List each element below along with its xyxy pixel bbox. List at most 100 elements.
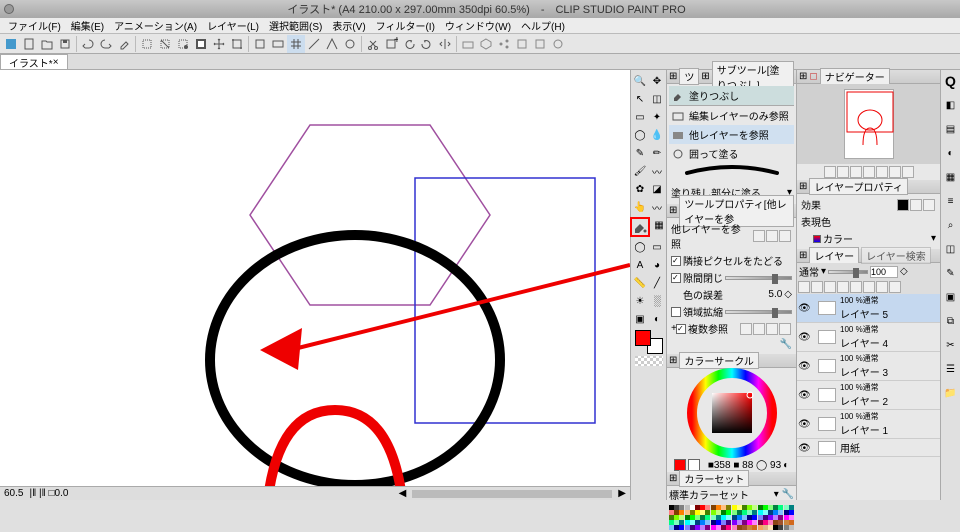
liquify-tool-icon[interactable]: 〰	[649, 199, 665, 215]
layer-color-icon[interactable]	[889, 281, 901, 293]
3d-icon[interactable]	[477, 35, 495, 53]
undo-icon[interactable]	[79, 35, 97, 53]
menu-layer[interactable]: レイヤー(L)	[203, 18, 263, 33]
color-set-name[interactable]: 標準カラーセット	[669, 487, 749, 502]
nav-zoom-in-icon[interactable]	[837, 166, 849, 178]
transparent-swatch[interactable]	[635, 356, 663, 366]
rotate-left-icon[interactable]	[400, 35, 418, 53]
color-set-menu-icon[interactable]: ▾ 🔧	[774, 489, 794, 500]
nav-zoom-out-icon[interactable]	[824, 166, 836, 178]
saturation-tool-icon[interactable]: ░	[649, 293, 665, 309]
pencil-tool-icon[interactable]: ✏	[649, 145, 665, 161]
fg-color-swatch[interactable]	[635, 330, 651, 346]
check-area-scaling[interactable]	[671, 307, 681, 317]
refer-icon-3[interactable]	[779, 230, 791, 242]
qa-icon-7[interactable]: ◫	[943, 241, 959, 257]
transform-icon[interactable]	[228, 35, 246, 53]
h-scrollbar[interactable]	[412, 490, 612, 498]
subtool-short-tab[interactable]: ツ	[679, 68, 699, 85]
layer-lock-icon[interactable]	[811, 281, 823, 293]
layer-lock-alpha-icon[interactable]	[798, 281, 810, 293]
balloon-tool-icon[interactable]: ◕	[649, 257, 665, 273]
menu-filter[interactable]: フィルター(I)	[372, 18, 439, 33]
frame-tool-icon[interactable]: ▭	[649, 239, 665, 255]
nav-fit-icon[interactable]	[850, 166, 862, 178]
qa-icon-13[interactable]: 📁	[943, 385, 959, 401]
eraser-tool-icon[interactable]: ◪	[649, 181, 665, 197]
subtool-refer-other-layers[interactable]: 他レイヤーを参照	[669, 125, 794, 144]
search-icon[interactable]: Q	[943, 73, 959, 89]
brush-tool-icon[interactable]: 🖌	[632, 163, 648, 179]
menu-view[interactable]: 表示(V)	[328, 18, 369, 33]
fill-tool-icon[interactable]	[630, 217, 650, 237]
deselect-icon[interactable]	[156, 35, 174, 53]
ruler-tool-icon[interactable]: 📏	[632, 275, 648, 291]
more-icon[interactable]	[513, 35, 531, 53]
color-palette[interactable]	[667, 503, 796, 532]
layer-row[interactable]: 👁100 %通常レイヤー 2	[797, 381, 940, 410]
effect-tool-icon[interactable]: ☀	[632, 293, 648, 309]
layer-ref-icon[interactable]	[837, 281, 849, 293]
effect-3-icon[interactable]	[923, 199, 935, 211]
gap-slider[interactable]	[725, 276, 792, 280]
sync-icon[interactable]	[549, 35, 567, 53]
snap-grid-icon[interactable]	[287, 35, 305, 53]
qa-icon-8[interactable]: ✎	[943, 265, 959, 281]
snap-persp-icon[interactable]	[323, 35, 341, 53]
document-tab[interactable]: イラスト* ×	[0, 54, 68, 69]
multi-icon-2[interactable]	[753, 323, 765, 335]
visibility-icon[interactable]: 👁	[798, 332, 808, 342]
pen-tool-icon[interactable]: ✎	[632, 145, 648, 161]
qa-icon-3[interactable]: ◐	[943, 145, 959, 161]
multi-icon-4[interactable]	[779, 323, 791, 335]
multi-icon-1[interactable]	[740, 323, 752, 335]
qa-icon-11[interactable]: ✂	[943, 337, 959, 353]
scroll-right-icon[interactable]: ▶	[618, 488, 626, 499]
nav-flip-icon[interactable]	[902, 166, 914, 178]
canvas-viewport[interactable]: 60.5 |‖ |‖ □0.0 ◀ ▶	[0, 70, 630, 500]
layer-mask-icon[interactable]	[863, 281, 875, 293]
menu-help[interactable]: ヘルプ(H)	[517, 18, 569, 33]
opacity-value[interactable]	[870, 266, 898, 278]
area-slider[interactable]	[725, 310, 792, 314]
qa-icon-12[interactable]: ☰	[943, 361, 959, 377]
multi-icon-3[interactable]	[766, 323, 778, 335]
visibility-icon[interactable]: 👁	[798, 303, 808, 313]
correct-tool-icon[interactable]: ◐	[649, 311, 665, 327]
menu-window[interactable]: ウィンドウ(W)	[441, 18, 515, 33]
nav-100-icon[interactable]	[863, 166, 875, 178]
move-icon[interactable]	[210, 35, 228, 53]
color-swatches[interactable]	[635, 330, 663, 354]
snap-ruler-icon[interactable]	[305, 35, 323, 53]
object-tool-icon[interactable]: ↖	[632, 91, 648, 107]
wrench-icon[interactable]: 🔧	[780, 339, 792, 350]
qa-icon-1[interactable]: ◧	[943, 97, 959, 113]
save-icon[interactable]	[56, 35, 74, 53]
refer-icon-1[interactable]	[753, 230, 765, 242]
layer-row[interactable]: 👁100 %通常レイヤー 3	[797, 352, 940, 381]
wand-tool-icon[interactable]: ✦	[649, 109, 665, 125]
scroll-left-icon[interactable]: ◀	[399, 488, 407, 499]
qa-icon-10[interactable]: ⧉	[943, 313, 959, 329]
color-mode-icon[interactable]: ◐	[783, 460, 789, 471]
qa-icon-2[interactable]: ▤	[943, 121, 959, 137]
visibility-icon[interactable]: 👁	[798, 390, 808, 400]
visibility-icon[interactable]: 👁	[798, 443, 808, 453]
new-icon[interactable]	[20, 35, 38, 53]
refer-icon-2[interactable]	[766, 230, 778, 242]
layer-row[interactable]: 👁100 %通常レイヤー 4	[797, 323, 940, 352]
menu-edit[interactable]: 編集(E)	[67, 18, 108, 33]
menu-file[interactable]: ファイル(F)	[4, 18, 65, 33]
check-adjacent-pixels[interactable]	[671, 256, 681, 266]
opacity-slider[interactable]	[828, 270, 868, 274]
zoom-value[interactable]: 60.5	[4, 488, 23, 499]
layer-row[interactable]: 👁用紙	[797, 439, 940, 457]
effect-border-icon[interactable]	[897, 199, 909, 211]
nav-rotate-l-icon[interactable]	[876, 166, 888, 178]
check-multi-refer[interactable]	[676, 324, 686, 334]
effect-tone-icon[interactable]	[910, 199, 922, 211]
subtool-enclose-fill[interactable]: 囲って塗る	[669, 144, 794, 163]
invert-sel-icon[interactable]	[192, 35, 210, 53]
snap-special-icon[interactable]	[341, 35, 359, 53]
canvas-size-icon[interactable]	[269, 35, 287, 53]
